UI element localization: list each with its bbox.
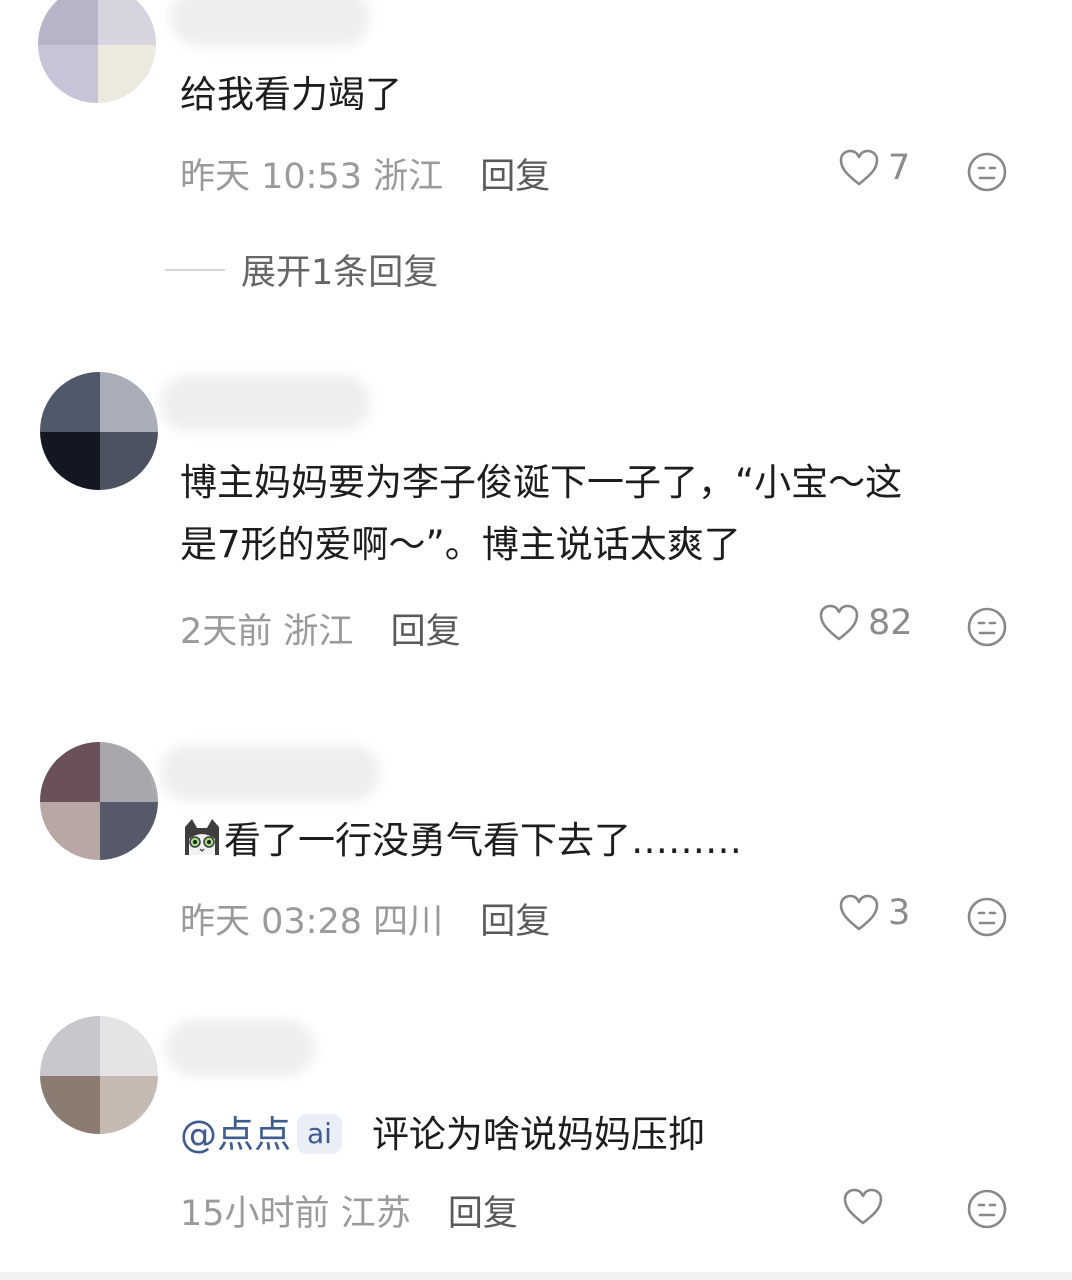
username-blurred[interactable] bbox=[165, 1020, 315, 1076]
heart-outline-icon bbox=[843, 1188, 883, 1225]
mention-link[interactable]: @点点 bbox=[180, 1113, 291, 1156]
comment-location: 江苏 bbox=[340, 1194, 411, 1234]
comment-text-content: 评论为啥说妈妈压抑 bbox=[371, 1113, 705, 1156]
meh-face-icon[interactable] bbox=[965, 1187, 1009, 1231]
reply-button[interactable]: 回复 bbox=[448, 1194, 518, 1234]
like-button[interactable] bbox=[842, 1187, 884, 1227]
bottom-divider bbox=[0, 1272, 1072, 1280]
comment-meta: 15小时前 江苏 回复 bbox=[180, 1185, 518, 1236]
ai-badge: ai bbox=[297, 1114, 342, 1154]
comment-item: @点点 ai 评论为啥说妈妈压抑 15小时前 江苏 回复 bbox=[0, 0, 1072, 1250]
comment-time: 15小时前 bbox=[180, 1194, 330, 1234]
comment-text: @点点 ai 评论为啥说妈妈压抑 bbox=[180, 1104, 705, 1166]
avatar[interactable] bbox=[40, 1016, 158, 1134]
